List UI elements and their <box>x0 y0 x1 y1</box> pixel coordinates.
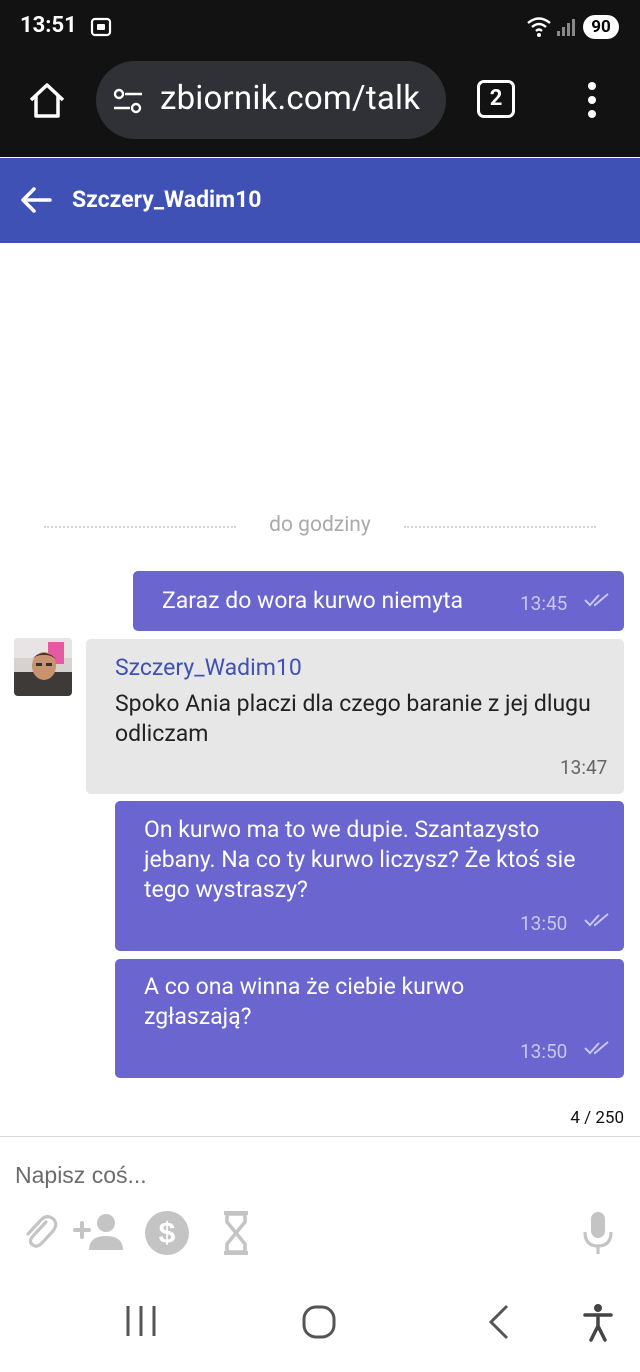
message-time: 13:45 <box>520 592 568 615</box>
date-separator: do godziny <box>0 513 640 543</box>
message-text: On kurwo ma to we dupie. Szantazysto jeb… <box>144 816 576 903</box>
message-time: 13:50 <box>520 1040 568 1063</box>
sender-name[interactable]: Szczery_Wadim10 <box>115 653 302 683</box>
home-icon[interactable] <box>26 80 68 122</box>
mic-icon[interactable] <box>581 1210 615 1256</box>
divider <box>404 526 596 528</box>
divider <box>0 1136 640 1137</box>
more-vert-icon[interactable] <box>580 78 604 122</box>
hourglass-icon[interactable] <box>221 1210 251 1256</box>
message-bubble-outgoing[interactable]: A co ona winna że ciebie kurwo zgłaszają… <box>115 959 624 1078</box>
add-person-icon[interactable] <box>72 1210 126 1254</box>
url-text: zbiornik.com/talk <box>160 79 421 118</box>
date-separator-label: do godziny <box>269 513 371 537</box>
system-navigation-bar <box>0 1280 640 1372</box>
home-nav-icon[interactable] <box>301 1304 337 1340</box>
message-text: Spoko Ania placzi dla czego baranie z je… <box>115 690 591 747</box>
status-time: 13:51 <box>20 13 77 38</box>
site-settings-icon[interactable] <box>112 87 144 115</box>
screen-record-icon <box>90 17 112 37</box>
message-bubble-incoming[interactable]: Szczery_Wadim10 Spoko Ania placzi dla cz… <box>86 639 624 794</box>
dollar-icon[interactable]: $ <box>144 1210 190 1256</box>
arrow-back-icon[interactable] <box>18 182 54 218</box>
svg-text:$: $ <box>159 1217 176 1250</box>
divider <box>44 526 236 528</box>
avatar[interactable] <box>14 638 72 696</box>
message-bubble-outgoing[interactable]: On kurwo ma to we dupie. Szantazysto jeb… <box>115 801 624 951</box>
message-time: 13:47 <box>560 756 608 779</box>
message-time: 13:50 <box>520 912 568 935</box>
message-list[interactable]: do godziny Zaraz do wora kurwo niemyta 1… <box>0 243 640 1136</box>
double-check-icon <box>584 913 609 927</box>
attach-icon[interactable] <box>22 1210 58 1250</box>
wifi-icon <box>527 17 551 37</box>
battery-indicator: 90 <box>583 15 619 39</box>
message-input[interactable] <box>0 1150 640 1200</box>
chat-header: Szczery_Wadim10 <box>0 158 640 243</box>
address-bar[interactable]: zbiornik.com/talk <box>96 61 446 139</box>
signal-icon <box>557 19 575 36</box>
message-text: A co ona winna że ciebie kurwo zgłaszają… <box>144 973 465 1030</box>
tab-switcher-button[interactable]: 2 <box>477 80 515 118</box>
browser-toolbar: zbiornik.com/talk 2 <box>0 56 640 214</box>
recent-apps-icon[interactable] <box>124 1304 158 1338</box>
double-check-icon <box>584 1041 609 1055</box>
message-text: Zaraz do wora kurwo niemyta <box>162 587 464 614</box>
double-check-icon <box>584 593 609 607</box>
accessibility-icon[interactable] <box>583 1304 613 1342</box>
message-bubble-outgoing[interactable]: Zaraz do wora kurwo niemyta 13:45 <box>133 571 624 631</box>
status-bar: 13:51 90 <box>0 0 640 56</box>
char-counter: 4 / 250 <box>570 1108 624 1128</box>
back-nav-icon[interactable] <box>486 1304 512 1340</box>
chat-title: Szczery_Wadim10 <box>72 186 262 213</box>
